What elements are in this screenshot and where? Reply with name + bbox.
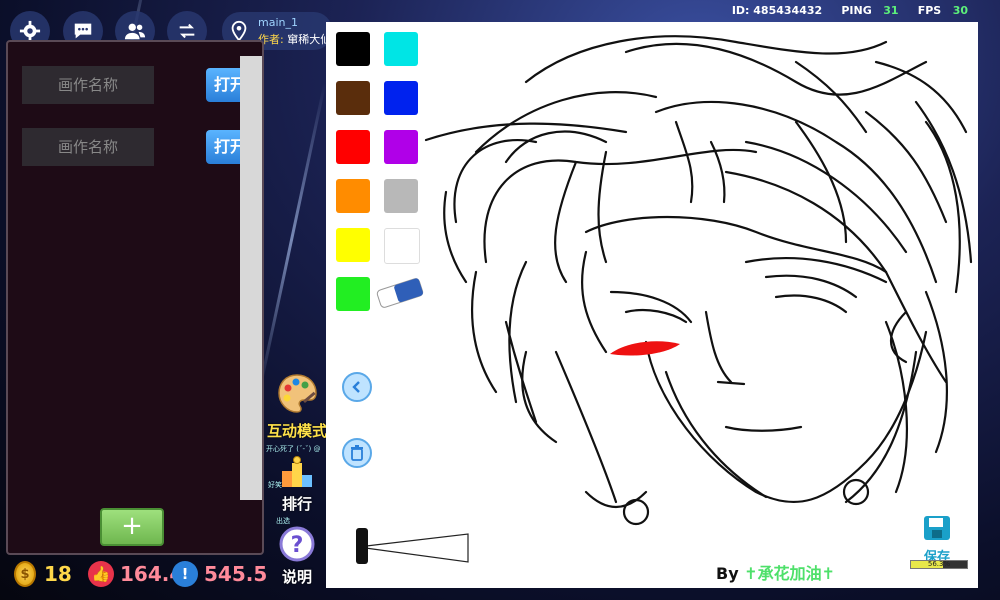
- interactive-mode-label: 互动模式: [266, 422, 327, 440]
- artwork-list-panel: 画作名称 打开 画作名称 打开 +: [6, 40, 264, 555]
- fps-label: FPS: [917, 4, 942, 17]
- exclamation-icon: !: [172, 561, 198, 587]
- point-balance: ! 545.5: [172, 557, 267, 591]
- help-label: 说明: [281, 568, 312, 586]
- map-name: main_1: [258, 16, 298, 29]
- save-progress-bar: 56.3%: [910, 560, 968, 569]
- thumbs-up-icon: 👍: [88, 561, 114, 587]
- svg-text:?: ?: [291, 533, 304, 558]
- map-author: 作者: 窜稀大仙: [258, 33, 332, 46]
- add-artwork-button[interactable]: +: [100, 508, 164, 546]
- ping-value: 31: [883, 4, 899, 17]
- gear-icon: [19, 20, 41, 42]
- artwork-name-input[interactable]: 画作名称: [22, 128, 154, 166]
- sketch-artwork: [424, 35, 973, 526]
- save-button[interactable]: 保存: [914, 514, 960, 565]
- like-balance: 👍 164.4: [88, 557, 183, 591]
- list-scrollbar[interactable]: [240, 56, 262, 500]
- fps-value: 30: [952, 4, 968, 17]
- progress-text: 56.3%: [927, 560, 951, 568]
- ranking-label: 排行: [281, 495, 312, 513]
- artwork-byline: By ✝承花加油✝: [716, 564, 836, 583]
- interactive-mode-button[interactable]: 互动模式: [266, 372, 328, 441]
- coin-balance: $ 18: [14, 557, 72, 591]
- interactive-note: 开心死了 (ˇ-ˇ) @: [266, 445, 321, 453]
- help-button[interactable]: ? 说明: [268, 526, 326, 587]
- artwork-name-input[interactable]: 画作名称: [22, 66, 154, 104]
- coin-icon: $: [14, 561, 36, 587]
- status-readout: ID: 485434432 PING 31 FPS 30: [732, 4, 968, 17]
- chat-icon: [74, 23, 92, 39]
- ranking-note: 好笑: [268, 481, 282, 489]
- ranking-note: 出选: [276, 517, 290, 525]
- drawing-canvas[interactable]: By ✝承花加油✝ 保存 56.3%: [326, 22, 978, 588]
- save-icon: [924, 516, 950, 540]
- bg-streak: [256, 83, 327, 397]
- red-blush-mark: [610, 341, 680, 356]
- question-icon: ?: [279, 526, 315, 562]
- friends-icon: [124, 23, 146, 40]
- ping-label: PING: [841, 4, 872, 17]
- podium-icon: [282, 456, 312, 487]
- swap-icon: [179, 23, 195, 39]
- palette-icon: [278, 374, 317, 413]
- player-id: ID: 485434432: [731, 4, 823, 17]
